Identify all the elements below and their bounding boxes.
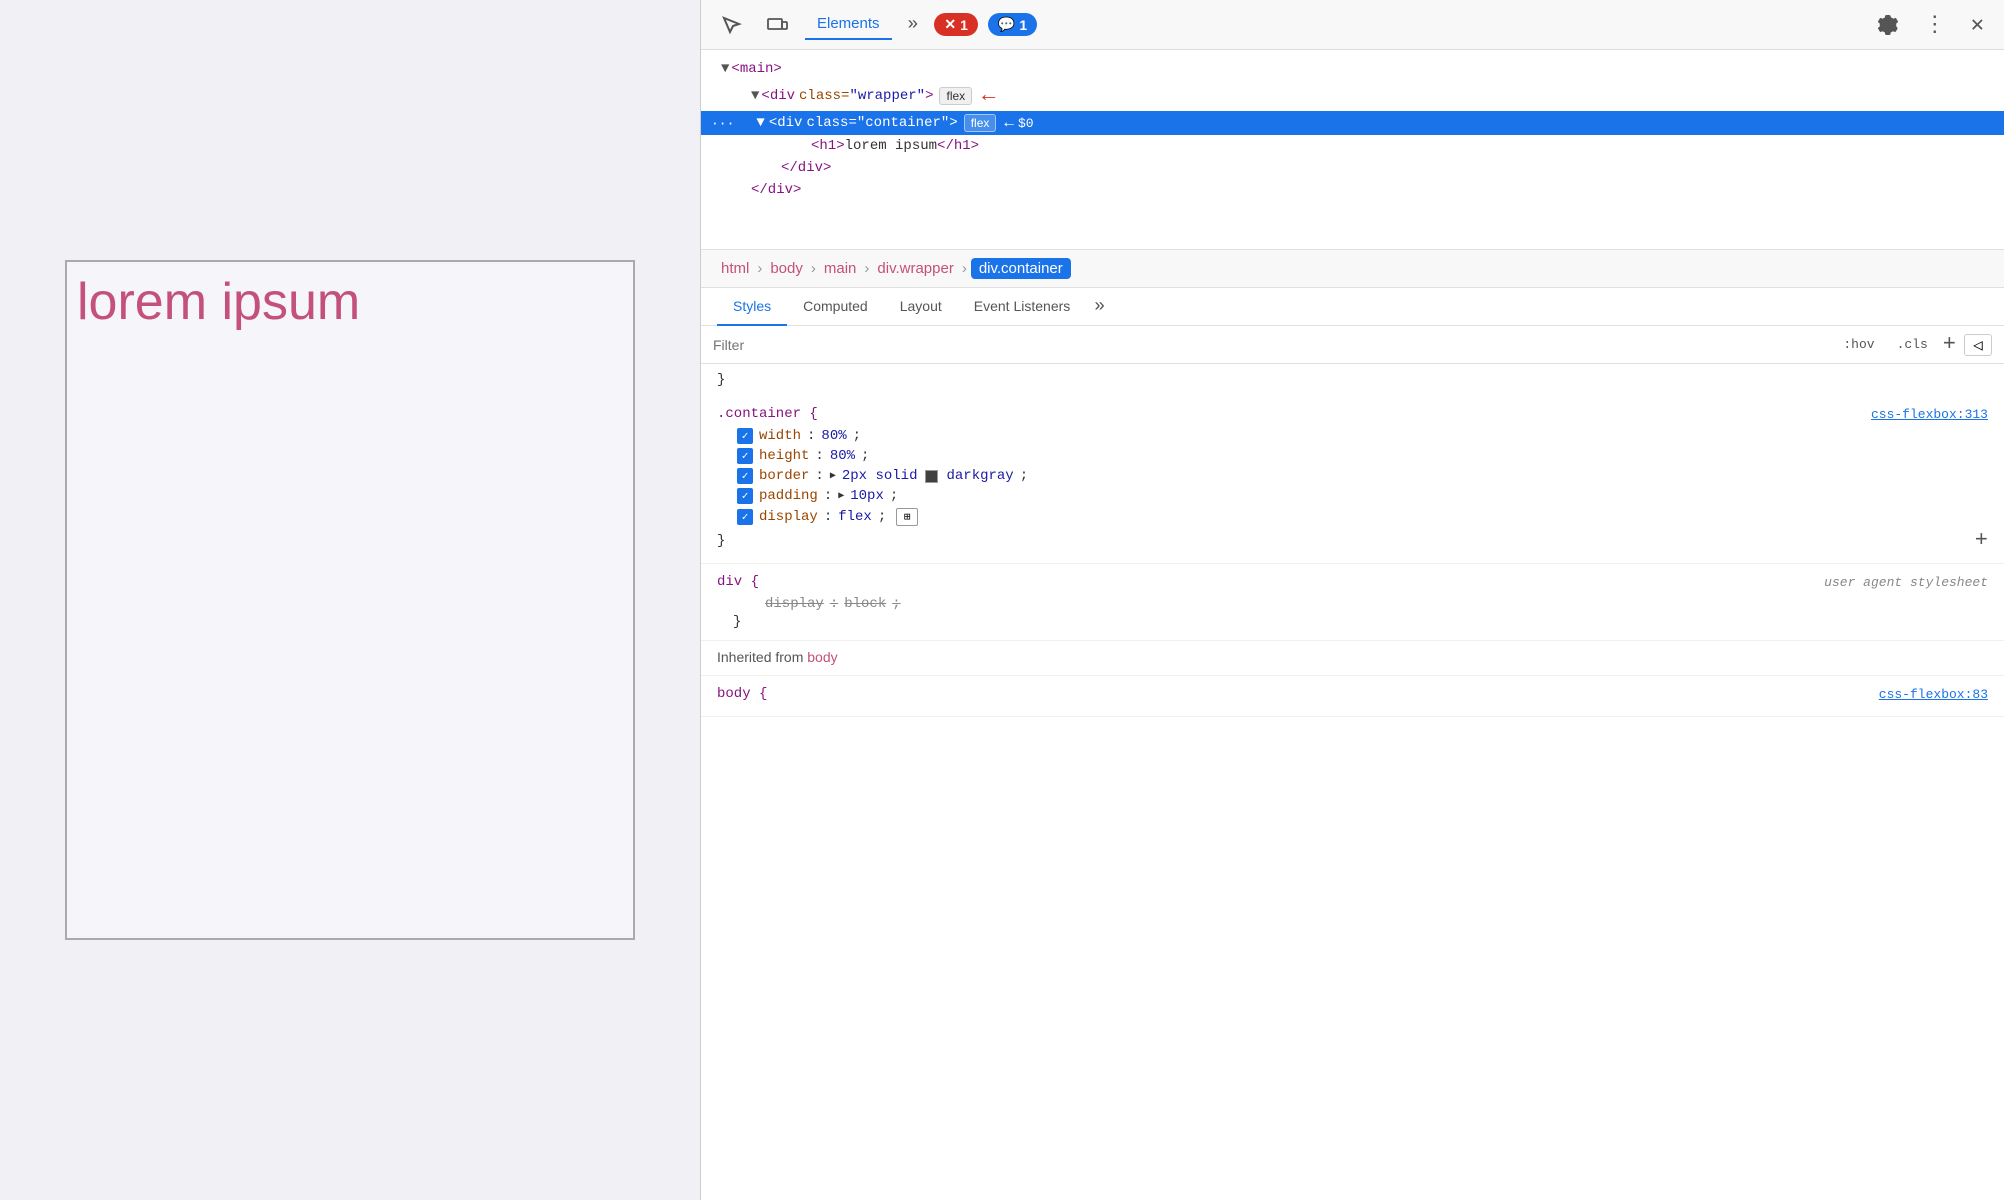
devtools-toolbar: Elements » ✕ 1 💬 1 ⋮ ✕ (701, 0, 2004, 50)
border-prop-value[interactable]: 2px solid (842, 468, 918, 484)
wrapper-flex-badge[interactable]: flex (939, 87, 972, 105)
cls-button[interactable]: .cls (1890, 333, 1935, 356)
div-ua-rule-block: div { user agent stylesheet display : bl… (701, 564, 2004, 641)
height-prop-name: height (759, 448, 809, 464)
height-prop-value[interactable]: 80% (830, 448, 855, 464)
browser-viewport: lorem ipsum (0, 0, 700, 1200)
flex-layout-icon[interactable]: ⊞ (896, 508, 918, 526)
user-agent-label: user agent stylesheet (1824, 575, 1988, 590)
errors-count: 1 (960, 17, 968, 33)
close-button[interactable]: ✕ (1963, 8, 1992, 42)
border-color-name[interactable]: darkgray (946, 468, 1013, 484)
tab-computed[interactable]: Computed (787, 288, 884, 326)
css-rules-panel: } .container { css-flexbox:313 width : 8… (701, 364, 2004, 1200)
message-icon: 💬 (998, 16, 1015, 33)
tree-wrapper-line[interactable]: ▼ <div class="wrapper" > flex ← (701, 80, 2004, 111)
inspect-icon[interactable] (713, 7, 749, 43)
tree-div-close1: </div> (701, 157, 2004, 179)
ua-display-property-line: display : block ; (717, 594, 1988, 614)
tab-event-listeners[interactable]: Event Listeners (958, 288, 1087, 326)
div-ua-rule-selector: div { (717, 574, 759, 590)
display-property-line: display : flex ; ⊞ (717, 506, 1988, 528)
height-checkbox[interactable] (737, 448, 753, 464)
padding-property-line: padding : ▶ 10px ; (717, 486, 1988, 506)
filter-bar: :hov .cls + ◁ (701, 326, 2004, 364)
errors-badge[interactable]: ✕ 1 (934, 13, 978, 36)
inherited-from-body[interactable]: body (807, 649, 837, 665)
filter-input[interactable] (713, 337, 1828, 353)
breadcrumb-container[interactable]: div.container (971, 258, 1071, 279)
container-rule-selector[interactable]: .container { (717, 406, 818, 422)
breadcrumb-bar: html › body › main › div.wrapper › div.c… (701, 250, 2004, 288)
ua-display-prop-name: display (765, 596, 824, 612)
width-prop-value[interactable]: 80% (821, 428, 846, 444)
demo-container: lorem ipsum (65, 260, 635, 940)
container-flex-badge[interactable]: flex (964, 114, 997, 132)
tab-layout[interactable]: Layout (884, 288, 958, 326)
wrapper-arrow-indicator: ← (982, 83, 995, 108)
more-tabs-icon[interactable]: » (902, 9, 925, 41)
devtools-panel: Elements » ✕ 1 💬 1 ⋮ ✕ ▼ <main> ▼ (700, 0, 2004, 1200)
rtl-button[interactable]: ◁ (1964, 334, 1992, 356)
border-property-line: border : ▶ 2px solid darkgray ; (717, 466, 1988, 486)
padding-checkbox[interactable] (737, 488, 753, 504)
padding-expand-icon[interactable]: ▶ (838, 490, 844, 502)
inherited-label: Inherited from (717, 649, 807, 665)
hov-button[interactable]: :hov (1836, 333, 1881, 356)
more-options-icon[interactable]: ⋮ (1917, 7, 1953, 43)
width-property-line: width : 80% ; (717, 426, 1988, 446)
dots-indicator: ··· (711, 116, 734, 131)
height-property-line: height : 80% ; (717, 446, 1988, 466)
display-prop-value[interactable]: flex (838, 509, 872, 525)
tab-styles[interactable]: Styles (717, 288, 787, 326)
display-prop-name: display (759, 509, 818, 525)
messages-count: 1 (1019, 17, 1027, 33)
border-checkbox[interactable] (737, 468, 753, 484)
body-rule-source[interactable]: css-flexbox:83 (1879, 687, 1988, 702)
partial-rule-top: } (701, 364, 2004, 396)
tree-div-close2: </div> (701, 179, 2004, 201)
more-style-tabs-icon[interactable]: » (1094, 297, 1105, 317)
width-prop-name: width (759, 428, 801, 444)
tree-main-line[interactable]: ▼ <main> (701, 58, 2004, 80)
container-rule-block: .container { css-flexbox:313 width : 80%… (701, 396, 2004, 564)
styles-tabs-bar: Styles Computed Layout Event Listeners » (701, 288, 2004, 326)
padding-prop-name: padding (759, 488, 818, 504)
display-checkbox[interactable] (737, 509, 753, 525)
error-x-icon: ✕ (944, 16, 956, 33)
lorem-heading: lorem ipsum (77, 272, 360, 332)
add-rule-button[interactable]: + (1943, 332, 1956, 357)
breadcrumb-main[interactable]: main (820, 258, 861, 279)
add-property-button[interactable]: + (1975, 528, 1988, 553)
breadcrumb-body[interactable]: body (766, 258, 807, 279)
device-toggle-icon[interactable] (759, 7, 795, 43)
elements-tree: ▼ <main> ▼ <div class="wrapper" > flex ←… (701, 50, 2004, 250)
tree-h1-line[interactable]: <h1>lorem ipsum</h1> (701, 135, 2004, 157)
border-prop-name: border (759, 468, 809, 484)
breadcrumb-wrapper[interactable]: div.wrapper (873, 258, 957, 279)
border-expand-icon[interactable]: ▶ (830, 470, 836, 482)
padding-prop-value[interactable]: 10px (850, 488, 884, 504)
tree-container-line[interactable]: ··· ▼ <div class="container" > flex ← $0 (701, 111, 2004, 135)
breadcrumb-html[interactable]: html (717, 258, 753, 279)
border-color-swatch[interactable] (925, 470, 938, 483)
settings-icon[interactable] (1871, 7, 1907, 43)
body-rule-block: body { css-flexbox:83 (701, 676, 2004, 717)
messages-badge[interactable]: 💬 1 (988, 13, 1037, 36)
ua-display-prop-value: block (844, 596, 886, 612)
width-checkbox[interactable] (737, 428, 753, 444)
ua-rule-close: } (717, 614, 1988, 630)
inherited-section: Inherited from body (701, 641, 2004, 676)
container-rule-close: } + (717, 528, 1988, 553)
container-rule-source[interactable]: css-flexbox:313 (1871, 407, 1988, 422)
body-rule-selector: body { (717, 686, 767, 702)
tab-elements[interactable]: Elements (805, 9, 892, 40)
